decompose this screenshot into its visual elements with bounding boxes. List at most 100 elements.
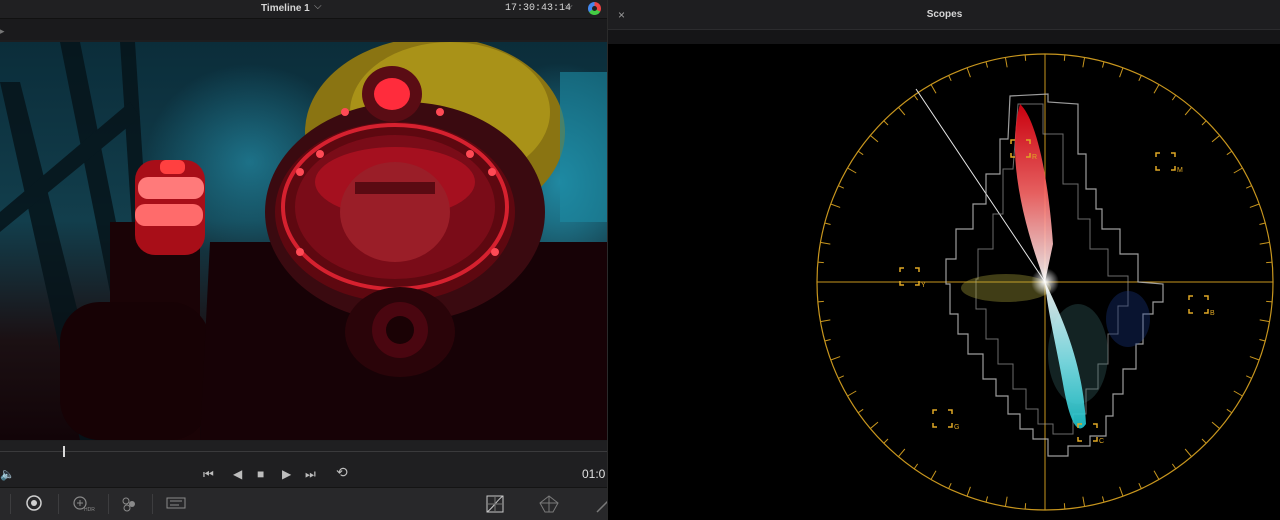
end-timecode: 01:0 (582, 467, 606, 481)
center-glow (1031, 268, 1059, 296)
graticule-tick (1245, 375, 1252, 379)
graticule-tick (1082, 496, 1086, 507)
graticule-tick (1259, 338, 1266, 342)
graticule-tick (966, 67, 971, 78)
volume-icon[interactable]: 🔈 (0, 467, 15, 481)
rgb-mixer-icon[interactable] (118, 494, 140, 514)
primaries-wheel-icon[interactable] (23, 494, 45, 514)
graticule-tick (898, 448, 906, 457)
motion-effects-icon[interactable] (165, 494, 187, 514)
skip-to-start-button[interactable]: ⏮ (203, 467, 214, 481)
red-streak-trace (1014, 104, 1053, 282)
vectorscope-targets: R M Y B G C (899, 139, 1215, 445)
graticule-tick (1211, 135, 1220, 143)
scopes-header: × Scopes (608, 0, 1280, 30)
graticule-tick (817, 300, 824, 303)
timeline-dropdown-chevron-icon[interactable]: ⌵ (314, 1, 322, 12)
graticule-tick (1153, 84, 1160, 94)
transport-controls: 🔈 ⏮ ◀ ■ ▶ ⏭ ⟲ 01:0 (0, 461, 607, 487)
graticule-tick (1024, 503, 1027, 510)
graticule-tick (1266, 300, 1273, 303)
graticule-tick (930, 470, 937, 480)
graticule-tick (1184, 448, 1192, 457)
playhead[interactable] (63, 446, 65, 457)
graticule-tick (1119, 67, 1124, 78)
graticule-tick (820, 319, 831, 323)
subbar-marker-icon: ▸ (0, 26, 5, 36)
graticule-tick (930, 84, 937, 94)
graticule-tick (847, 390, 857, 397)
graticule-tick (824, 222, 831, 226)
graticule-tick (870, 135, 879, 143)
graticule-tick (883, 438, 889, 444)
graticule-tick (1259, 319, 1270, 323)
scopes-panel: × Scopes R M Y B G C (607, 0, 1280, 520)
target-label: Y (921, 282, 926, 289)
target-b: B (1188, 295, 1215, 317)
scrub-track[interactable] (0, 451, 607, 452)
graticule-tick (1153, 470, 1160, 480)
viewer-image-diver[interactable] (0, 42, 607, 440)
target-label: M (1177, 167, 1183, 174)
graticule-tick (1233, 167, 1243, 174)
reverse-play-button[interactable]: ◀ (233, 467, 242, 481)
graticule-tick (1004, 57, 1008, 68)
graticule-tick (817, 261, 824, 264)
vectorscope[interactable]: R M Y B G C (608, 44, 1280, 520)
graticule-tick (1119, 486, 1124, 497)
color-wheel-icon[interactable] (588, 2, 601, 15)
graticule-tick (1138, 482, 1142, 489)
graticule-tick (1138, 75, 1142, 82)
graticule-tick (1082, 57, 1086, 68)
graticule-tick (1024, 54, 1027, 61)
scrub-bar[interactable] (0, 441, 607, 461)
graticule-tick (1004, 496, 1008, 507)
target-m: M (1155, 152, 1183, 174)
timeline-title[interactable]: Timeline 1 (261, 3, 310, 14)
graticule-tick (1211, 421, 1220, 429)
graticule-tick (1249, 203, 1260, 208)
graticule-tick (1101, 61, 1105, 68)
graticule-tick (830, 356, 841, 361)
target-box (1188, 295, 1209, 314)
target-g: G (932, 409, 959, 431)
graticule-tick (1226, 150, 1233, 156)
graticule-tick (857, 150, 864, 156)
target-box (1155, 152, 1176, 171)
stop-button[interactable]: ■ (257, 467, 264, 481)
play-button[interactable]: ▶ (282, 467, 291, 481)
toolbar-divider (10, 494, 11, 514)
target-label: R (1032, 154, 1037, 161)
graticule-tick (847, 167, 857, 174)
timecode-chevron-icon[interactable]: ⌵ (565, 1, 573, 12)
scopes-subbar (608, 30, 1280, 44)
curves-icon[interactable] (484, 494, 506, 514)
skip-to-end-button[interactable]: ⏭ (305, 467, 316, 481)
viewer-subbar: ▸ (0, 18, 607, 40)
graticule-tick (1233, 390, 1243, 397)
viewer-panel: Timeline 1 ⌵ 17:30:43:14 ⌵ ▸ 🔈 ⏮ ◀ ■ ▶ ⏭… (0, 0, 610, 520)
graticule-tick (985, 61, 989, 68)
graticule-tick (824, 338, 831, 342)
graticule-tick (898, 107, 906, 116)
graticule-tick (1245, 185, 1252, 189)
graticule-tick (966, 486, 971, 497)
graticule-tick (838, 185, 845, 189)
loop-button[interactable]: ⟲ (336, 465, 348, 479)
target-label: G (954, 424, 959, 431)
graticule-tick (1101, 496, 1105, 503)
graticule-tick (1201, 120, 1207, 126)
graticule-tick (985, 496, 989, 503)
target-y: Y (899, 267, 926, 289)
graticule-tick (838, 375, 845, 379)
color-warper-icon[interactable] (538, 494, 560, 514)
graticule-tick (948, 75, 952, 82)
graticule-tick (1063, 503, 1066, 510)
target-label: C (1099, 438, 1104, 445)
graticule-tick (1259, 241, 1270, 245)
graticule-tick (1063, 54, 1066, 61)
toolbar-divider (58, 494, 59, 514)
trace-outline-inner (975, 103, 1129, 435)
graticule-tick (870, 421, 879, 429)
graticule-tick (820, 241, 831, 245)
